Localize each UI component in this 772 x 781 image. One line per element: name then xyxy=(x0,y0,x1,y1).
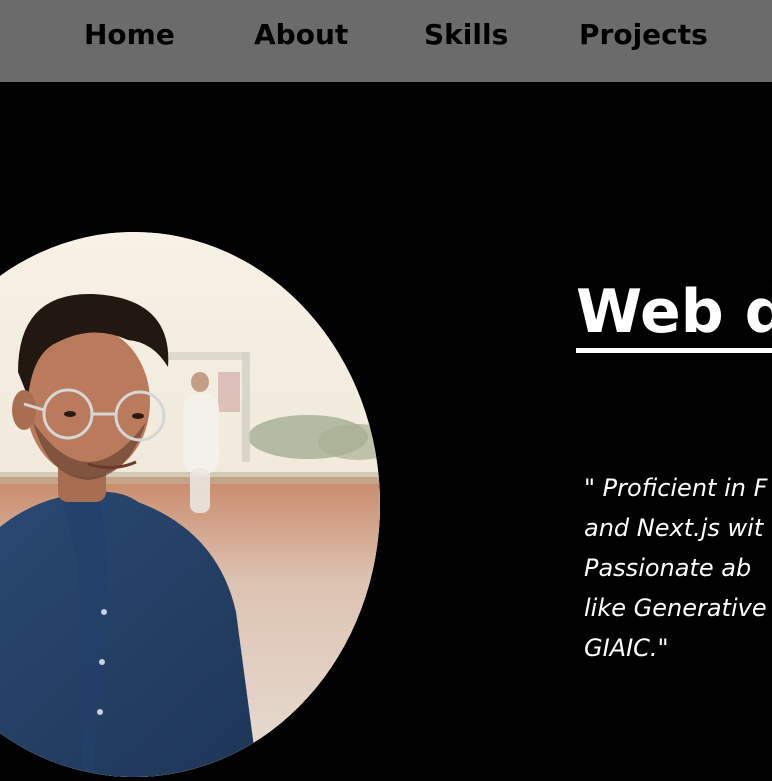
nav-link-projects[interactable]: Projects xyxy=(579,17,708,53)
nav-link-home[interactable]: Home xyxy=(84,17,175,53)
hero-quote-line: and Next.js wit xyxy=(584,514,764,542)
hero-quote-line: Passionate ab xyxy=(584,554,752,582)
hero-section: Web d " Proficient in F and Next.js wit … xyxy=(0,82,772,781)
hero-quote-line: " Proficient in F xyxy=(584,474,768,502)
nav-link-about[interactable]: About xyxy=(254,17,348,53)
hero-quote-line: like Generative xyxy=(584,594,767,622)
hero-quote: " Proficient in F and Next.js wit Passio… xyxy=(584,468,772,668)
top-navigation-bar: Home About Skills Projects xyxy=(0,0,772,82)
profile-photo-illustration xyxy=(0,232,380,777)
profile-photo xyxy=(0,232,380,777)
portfolio-page: Home About Skills Projects Web d " Profi… xyxy=(0,0,772,781)
hero-title: Web d xyxy=(576,276,772,353)
nav-link-skills[interactable]: Skills xyxy=(424,17,508,53)
hero-quote-line: GIAIC." xyxy=(584,634,669,662)
